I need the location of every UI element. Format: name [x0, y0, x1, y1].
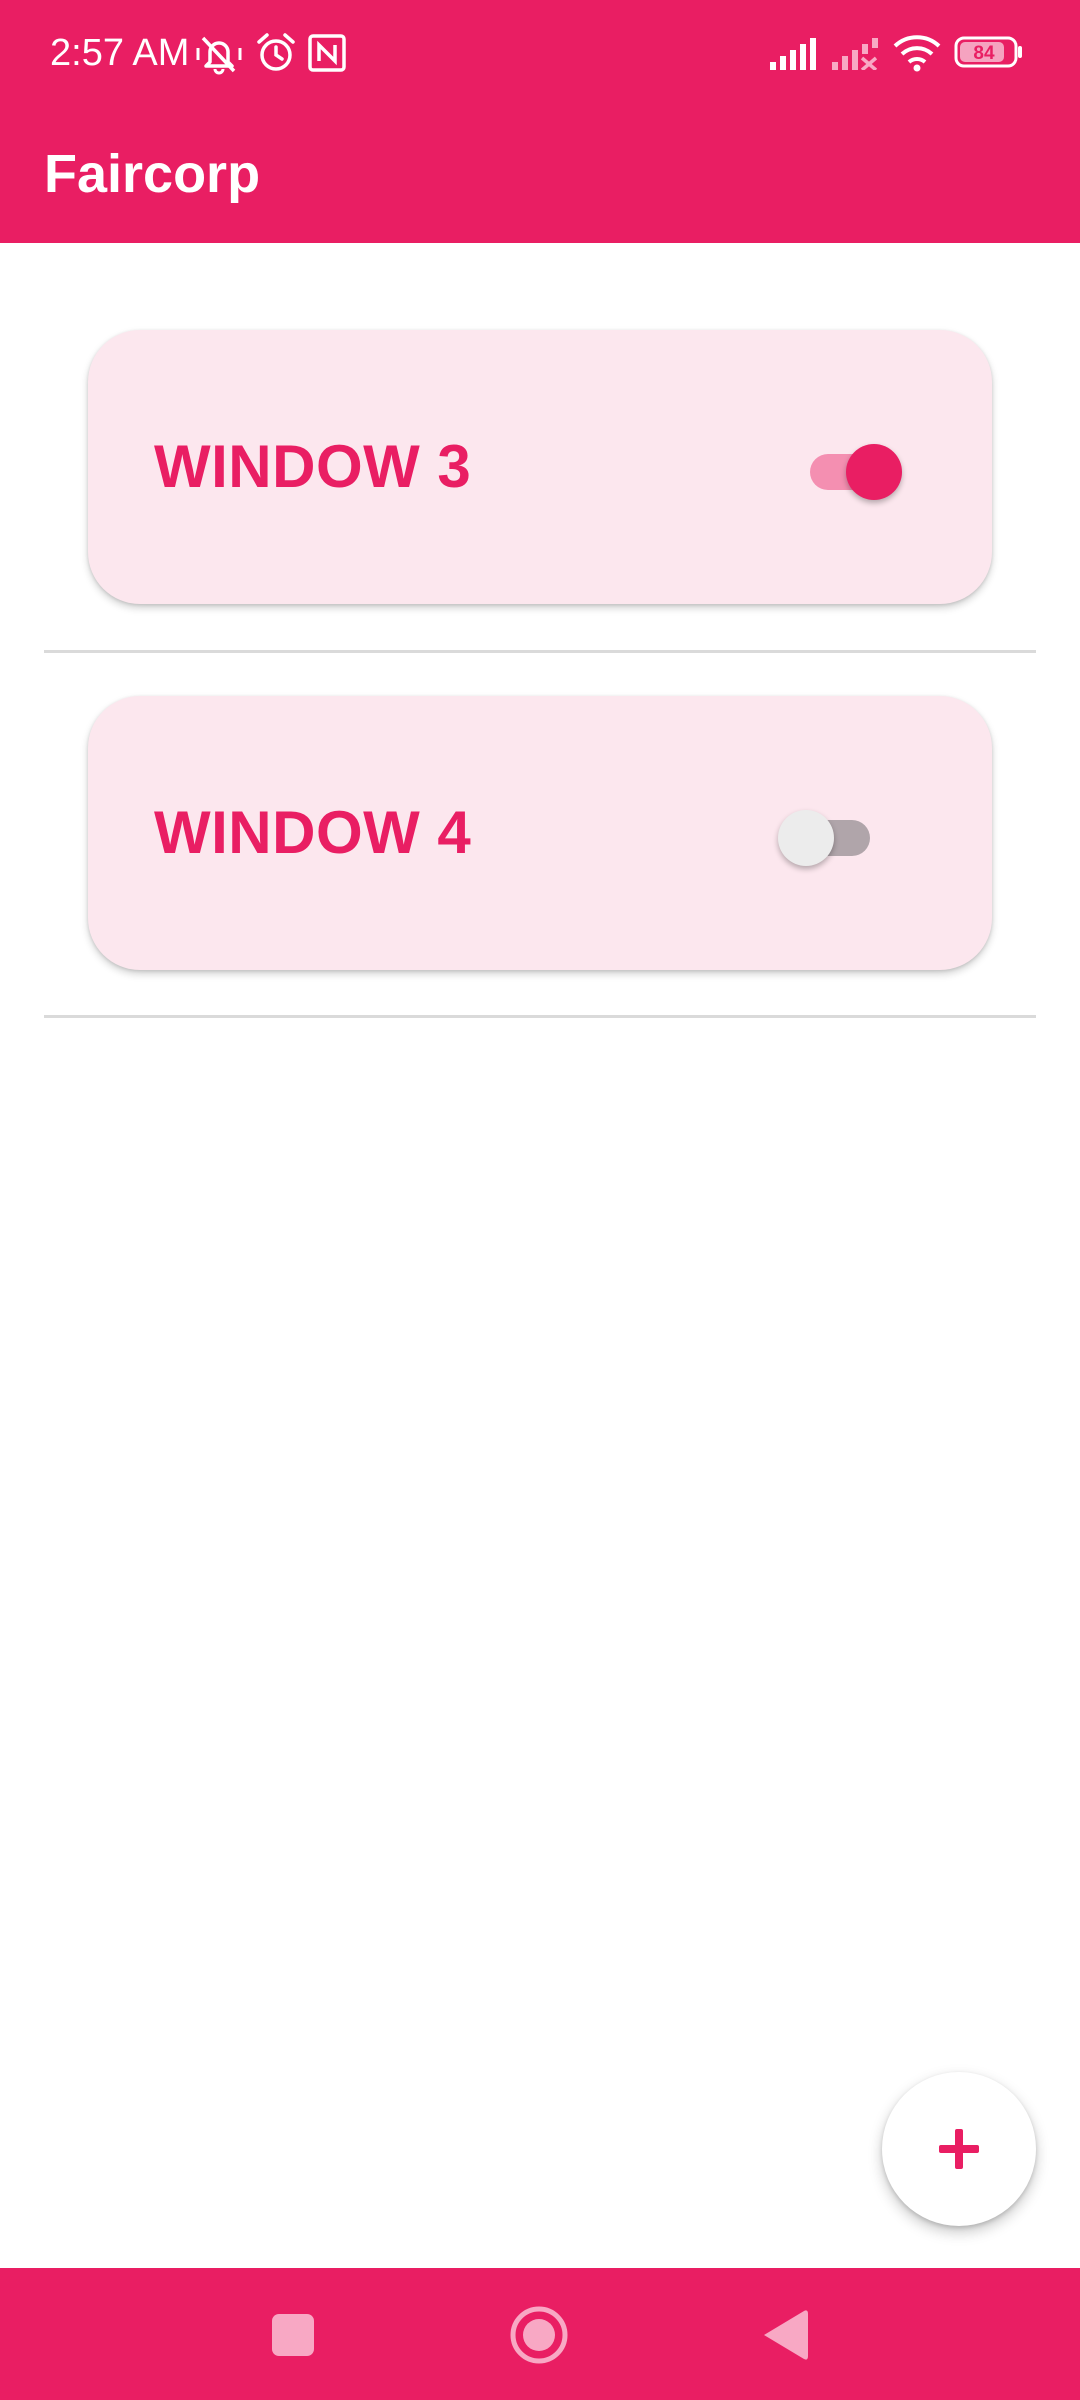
nfc-icon [308, 34, 346, 72]
switch-thumb [846, 444, 902, 500]
app-bar: Faircorp [0, 105, 1080, 243]
switch-thumb [778, 810, 834, 866]
muted-bell-icon [196, 32, 242, 76]
back-icon [764, 2310, 808, 2360]
navigation-bar [0, 2268, 1080, 2400]
plus-icon [939, 2129, 979, 2169]
home-button[interactable] [502, 2298, 576, 2372]
alarm-icon [256, 32, 296, 74]
window-card[interactable]: WINDOW 4 [88, 696, 992, 970]
status-bar: 2:57 AM 84 [0, 0, 1080, 105]
window-open-switch[interactable] [778, 800, 878, 870]
back-button[interactable] [748, 2298, 822, 2372]
app-title: Faircorp [44, 144, 261, 204]
signal-no-sim-icon [832, 36, 884, 70]
recents-icon [272, 2314, 314, 2356]
window-name: WINDOW 4 [154, 799, 472, 866]
wifi-icon [892, 34, 942, 72]
status-time: 2:57 AM [50, 32, 190, 74]
home-icon [510, 2306, 568, 2364]
screen: 2:57 AM 84 Faircorp WINDOW 3 WINDOW 4 [0, 0, 1080, 2400]
signal-icon [770, 36, 822, 70]
list-divider [44, 1015, 1036, 1018]
window-open-switch[interactable] [802, 434, 902, 504]
window-name: WINDOW 3 [154, 433, 472, 500]
list-divider [44, 650, 1036, 653]
battery-icon: 84 [954, 36, 1024, 68]
window-card[interactable]: WINDOW 3 [88, 330, 992, 604]
recents-button[interactable] [256, 2298, 330, 2372]
add-window-button[interactable] [882, 2072, 1036, 2226]
battery-level: 84 [973, 43, 995, 64]
